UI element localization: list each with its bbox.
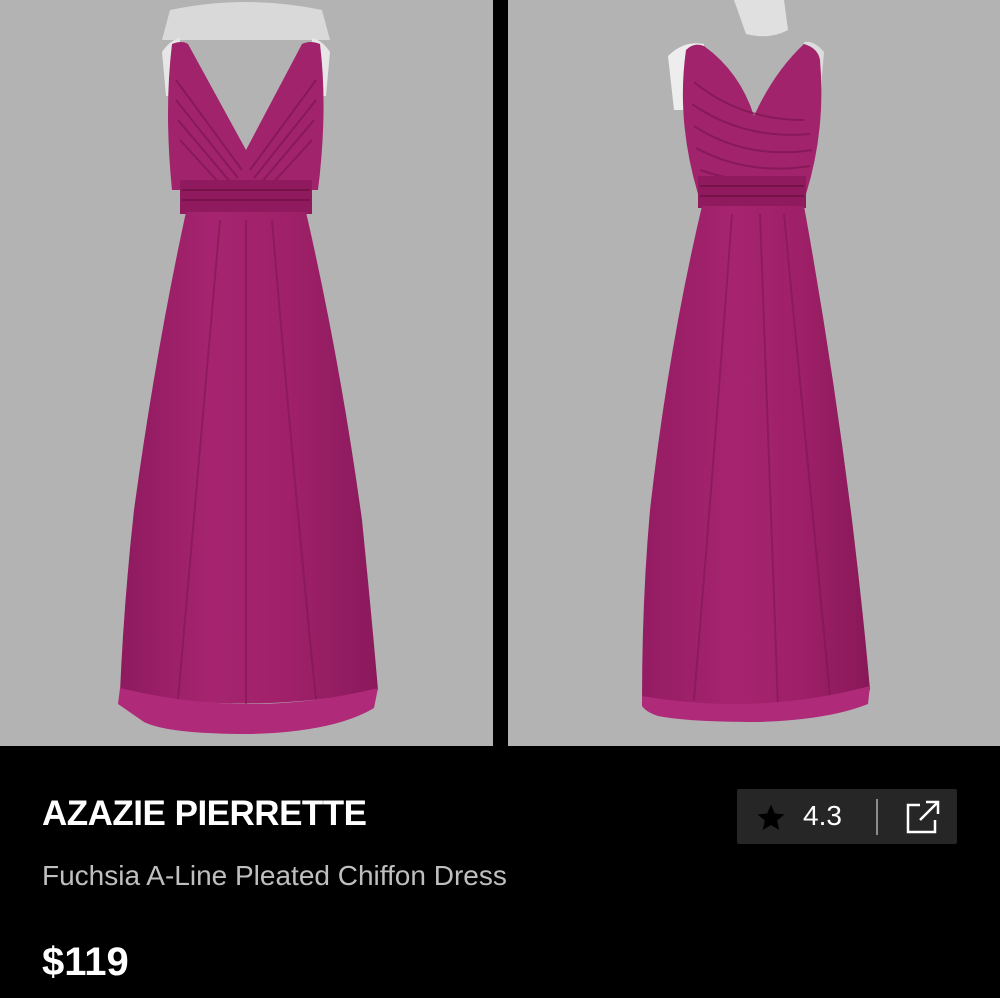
product-price: $119: [42, 940, 129, 984]
product-image-gallery: [0, 0, 1000, 746]
product-info: AZAZIE PIERRETTE Fuchsia A-Line Pleated …: [0, 746, 1000, 998]
product-brand: AZAZIE PIERRETTE: [42, 794, 367, 833]
dress-back-illustration: [0, 0, 493, 746]
rating-value: 4.3: [803, 800, 842, 831]
external-link-icon: [904, 798, 942, 836]
product-actions-bar: 4.3: [737, 789, 957, 844]
dress-front-illustration: [508, 0, 1000, 746]
star-icon: [755, 802, 787, 834]
product-card: AZAZIE PIERRETTE Fuchsia A-Line Pleated …: [0, 0, 1000, 998]
rating-button[interactable]: 4.3: [737, 789, 875, 844]
open-product-link-button[interactable]: [887, 789, 957, 844]
product-image-front[interactable]: [508, 0, 1000, 746]
product-name: Fuchsia A-Line Pleated Chiffon Dress: [42, 860, 507, 891]
product-image-back[interactable]: [0, 0, 493, 746]
actions-divider: [876, 799, 878, 835]
